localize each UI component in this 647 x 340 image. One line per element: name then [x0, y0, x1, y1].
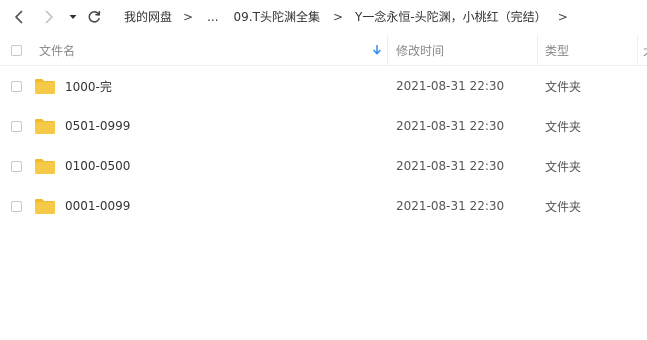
file-type: 文件夹 — [545, 199, 582, 214]
folder-icon-cell — [34, 66, 56, 106]
chevron-right-icon — [45, 10, 53, 23]
folder-icon — [35, 78, 55, 94]
modified-time: 2021-08-31 22:30 — [396, 159, 505, 173]
sort-arrow-down-icon — [373, 45, 381, 55]
table-row[interactable]: 0100-0500 2021-08-31 22:30 文件夹 — [0, 146, 647, 186]
column-divider[interactable] — [537, 35, 538, 65]
file-name[interactable]: 0501-0999 — [65, 106, 130, 146]
row-checkbox-cell — [11, 66, 22, 106]
header-modified[interactable]: 修改时间 — [396, 35, 444, 65]
table-row[interactable]: 0501-0999 2021-08-31 22:30 文件夹 — [0, 106, 647, 146]
table-row[interactable]: 1000-完 2021-08-31 22:30 文件夹 — [0, 66, 647, 106]
file-list-header: 文件名 修改时间 类型 大 — [0, 35, 647, 66]
forward-button[interactable] — [38, 0, 60, 33]
header-modified-label: 修改时间 — [396, 43, 445, 58]
modified-time: 2021-08-31 22:30 — [396, 79, 505, 93]
table-row[interactable]: 0001-0099 2021-08-31 22:30 文件夹 — [0, 186, 647, 226]
refresh-icon — [88, 10, 101, 23]
header-size[interactable]: 大 — [643, 35, 647, 65]
breadcrumb-item-root[interactable]: 我的网盘 — [124, 8, 172, 25]
header-name-label: 文件名 — [39, 43, 76, 58]
file-name[interactable]: 0100-0500 — [65, 146, 130, 186]
breadcrumb-item-collection[interactable]: 09.T头陀渊全集 — [234, 8, 320, 25]
row-checkbox[interactable] — [11, 160, 22, 172]
select-all-checkbox-cell — [11, 35, 22, 65]
select-all-checkbox[interactable] — [11, 44, 22, 56]
folder-icon-cell — [34, 106, 56, 146]
breadcrumb-separator: > — [557, 9, 568, 24]
breadcrumb-item-ellipsis[interactable]: ... — [207, 10, 218, 24]
history-dropdown-button[interactable] — [66, 0, 80, 33]
navigation-bar: 我的网盘 > ... > 09.T头陀渊全集 > Y一念永恒-头陀渊，小桃红（完… — [0, 0, 647, 33]
folder-icon — [35, 118, 55, 134]
dropdown-caret-icon — [69, 14, 77, 19]
breadcrumb: 我的网盘 > ... > 09.T头陀渊全集 > Y一念永恒-头陀渊，小桃红（完… — [114, 0, 568, 33]
header-name[interactable]: 文件名 — [39, 35, 385, 65]
file-type: 文件夹 — [545, 79, 582, 94]
folder-icon-cell — [34, 146, 56, 186]
header-size-label: 大 — [643, 42, 647, 59]
file-type: 文件夹 — [545, 119, 582, 134]
row-checkbox-cell — [11, 106, 22, 146]
file-name[interactable]: 1000-完 — [65, 66, 112, 106]
breadcrumb-item-current[interactable]: Y一念永恒-头陀渊，小桃红（完结） — [355, 8, 547, 25]
column-divider[interactable] — [637, 35, 638, 65]
row-checkbox[interactable] — [11, 120, 22, 132]
breadcrumb-separator: > — [183, 9, 194, 24]
header-type[interactable]: 类型 — [545, 35, 569, 65]
back-button[interactable] — [8, 0, 30, 33]
folder-icon-cell — [34, 186, 56, 226]
breadcrumb-separator: > — [332, 9, 344, 24]
header-type-label: 类型 — [545, 43, 570, 58]
row-checkbox[interactable] — [11, 80, 22, 92]
chevron-left-icon — [15, 10, 23, 23]
row-checkbox[interactable] — [11, 200, 22, 212]
refresh-button[interactable] — [84, 0, 104, 33]
row-checkbox-cell — [11, 146, 22, 186]
file-name[interactable]: 0001-0099 — [65, 186, 130, 226]
modified-time: 2021-08-31 22:30 — [396, 119, 505, 133]
folder-icon — [35, 158, 55, 174]
file-type: 文件夹 — [545, 159, 582, 174]
column-divider[interactable] — [387, 35, 388, 65]
row-checkbox-cell — [11, 186, 22, 226]
modified-time: 2021-08-31 22:30 — [396, 199, 505, 213]
folder-icon — [35, 198, 55, 214]
